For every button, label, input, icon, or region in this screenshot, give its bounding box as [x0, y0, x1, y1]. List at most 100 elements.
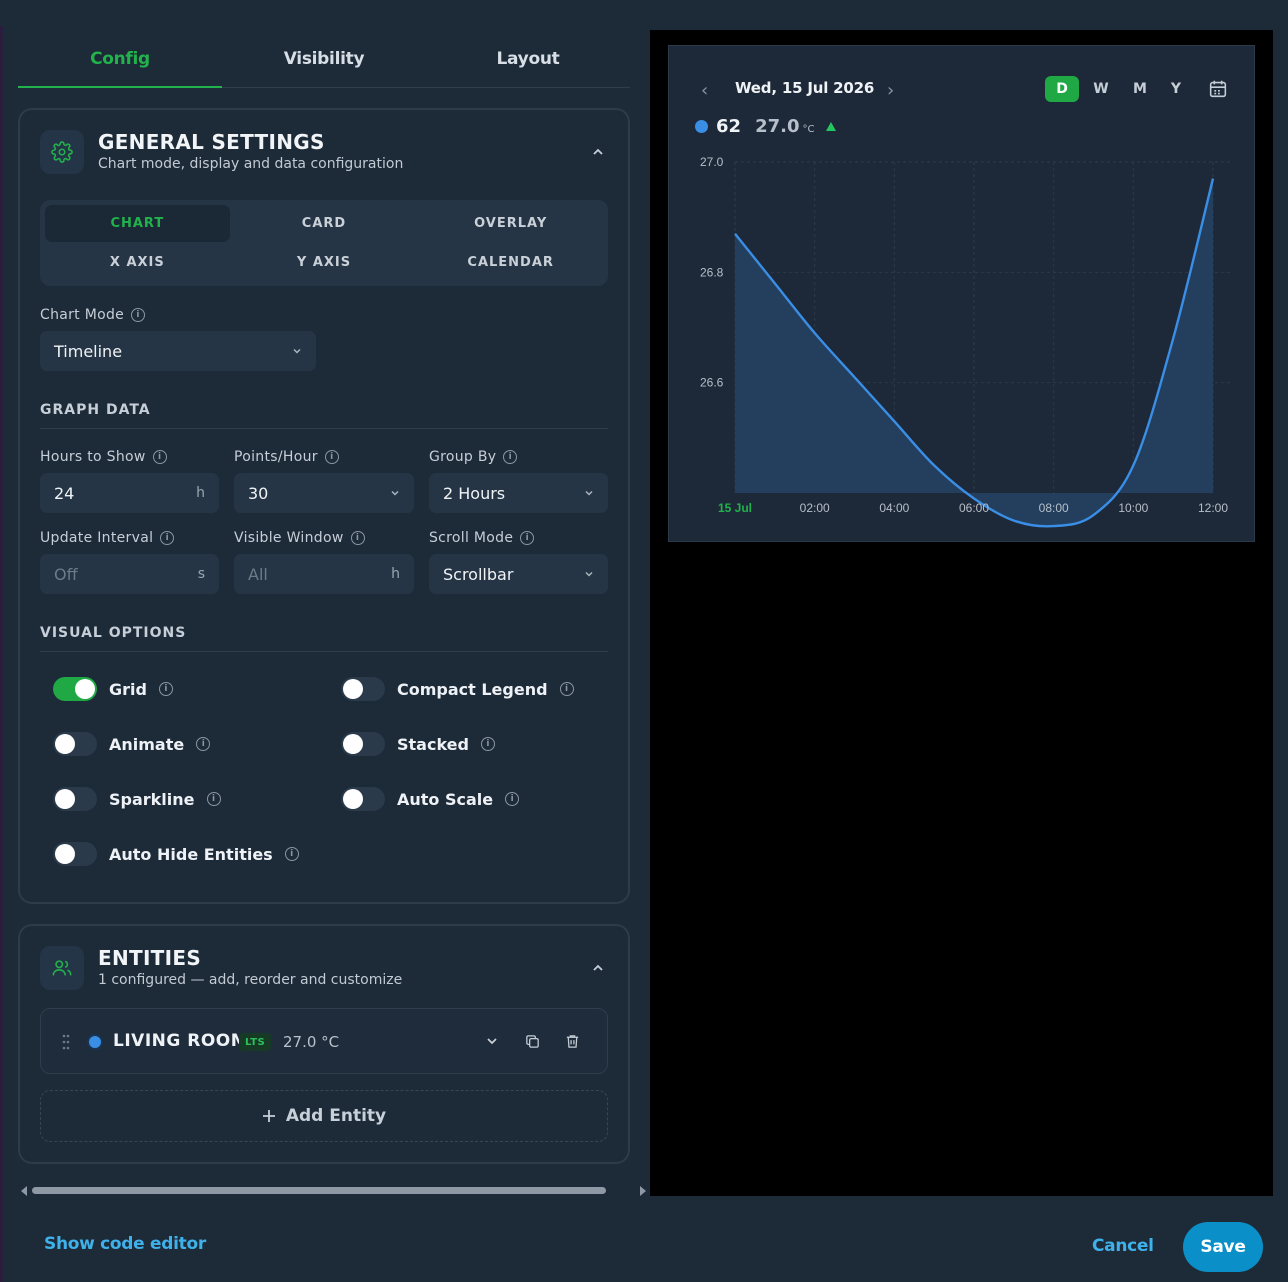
- info-icon[interactable]: i: [284, 847, 299, 861]
- x-tick-label: 10:00: [1118, 501, 1148, 515]
- tab-config[interactable]: Config: [18, 30, 222, 88]
- points-per-hour-select[interactable]: 30: [234, 473, 414, 513]
- general-settings-subtitle: Chart mode, display and data configurati…: [98, 156, 404, 172]
- drag-handle-icon[interactable]: [61, 1033, 71, 1051]
- hours-to-show-input[interactable]: 24 h: [40, 473, 219, 513]
- scroll-mode-label-text: Scroll Mode: [429, 530, 514, 546]
- divider: [40, 428, 608, 429]
- auto-scale-toggle[interactable]: [341, 787, 385, 811]
- auto-hide-entities-toggle[interactable]: [53, 842, 97, 866]
- stacked-toggle[interactable]: [341, 732, 385, 756]
- info-icon[interactable]: i: [158, 682, 173, 696]
- group-by-value: 2 Hours: [443, 483, 506, 503]
- info-icon[interactable]: i: [480, 737, 495, 751]
- segment-x-axis[interactable]: X AXIS: [45, 244, 230, 281]
- copy-icon[interactable]: [521, 1030, 543, 1052]
- divider: [40, 651, 608, 652]
- update-interval-input[interactable]: Off s: [40, 554, 219, 594]
- info-icon[interactable]: i: [350, 531, 365, 545]
- info-icon[interactable]: i: [152, 450, 167, 464]
- info-icon[interactable]: i: [520, 531, 535, 545]
- scroll-right-icon[interactable]: [640, 1186, 646, 1196]
- chart-mode-select[interactable]: Timeline: [40, 331, 316, 371]
- entity-name: LIVING ROOM: [113, 1031, 249, 1051]
- general-settings-header[interactable]: GENERAL SETTINGS Chart mode, display and…: [40, 130, 610, 178]
- visible-window-unit: h: [391, 566, 400, 582]
- entity-row[interactable]: LIVING ROOM LTS 27.0 °C: [40, 1008, 608, 1074]
- visible-window-label-text: Visible Window: [234, 530, 344, 546]
- chevron-down-icon: [391, 490, 399, 496]
- x-tick-label: 02:00: [800, 501, 830, 515]
- info-icon[interactable]: i: [324, 450, 339, 464]
- visible-window-label: Visible Window i: [234, 530, 365, 546]
- add-entity-button[interactable]: Add Entity: [40, 1090, 608, 1142]
- option-label: Grid: [109, 679, 147, 699]
- hours-to-show-value: 24: [54, 483, 75, 503]
- chart-mode-value: Timeline: [54, 341, 123, 361]
- compact-legend-toggle[interactable]: [341, 677, 385, 701]
- info-icon[interactable]: i: [505, 792, 520, 806]
- save-button[interactable]: Save: [1183, 1222, 1263, 1272]
- chevron-down-icon[interactable]: [481, 1030, 503, 1052]
- points-per-hour-value: 30: [248, 483, 269, 503]
- card-editor-dialog: Config Visibility Layout GENERAL SETTING…: [0, 0, 1288, 1282]
- option-label: Sparkline: [109, 789, 195, 809]
- info-icon[interactable]: i: [160, 531, 175, 545]
- general-settings-section: GENERAL SETTINGS Chart mode, display and…: [18, 108, 630, 904]
- info-icon[interactable]: i: [131, 308, 146, 322]
- hours-unit: h: [196, 485, 205, 501]
- chart-mode-label-text: Chart Mode: [40, 307, 125, 323]
- editor-tabs: Config Visibility Layout: [18, 30, 630, 88]
- update-interval-placeholder: Off: [54, 564, 78, 584]
- group-by-select[interactable]: 2 Hours: [429, 473, 608, 513]
- scroll-left-icon[interactable]: [21, 1186, 27, 1196]
- plus-icon: [262, 1110, 275, 1122]
- sparkline-toggle[interactable]: [53, 787, 97, 811]
- update-interval-label: Update Interval i: [40, 530, 175, 546]
- x-tick-label: 08:00: [1039, 501, 1069, 515]
- info-icon[interactable]: i: [503, 450, 518, 464]
- animate-toggle[interactable]: [53, 732, 97, 756]
- lts-badge: LTS: [239, 1033, 272, 1051]
- hours-to-show-label: Hours to Show i: [40, 449, 167, 465]
- segment-overlay[interactable]: OVERLAY: [418, 205, 603, 242]
- scroll-mode-select[interactable]: Scrollbar: [429, 554, 608, 594]
- general-settings-title: GENERAL SETTINGS: [98, 130, 325, 154]
- option-auto-hide-entities: Auto Hide Entities i: [53, 841, 299, 867]
- grid-toggle[interactable]: [53, 677, 97, 701]
- tab-layout[interactable]: Layout: [426, 30, 630, 87]
- chevron-up-icon[interactable]: [586, 956, 610, 980]
- entities-title: ENTITIES: [98, 946, 202, 970]
- option-grid: Grid i: [53, 676, 173, 702]
- info-icon[interactable]: i: [206, 792, 221, 806]
- option-label: Auto Hide Entities: [109, 844, 273, 864]
- points-per-hour-label: Points/Hour i: [234, 449, 339, 465]
- chart-card-preview: ‹ Wed, 15 Jul 2026 › D W M Y 62 27.0 °C …: [668, 45, 1255, 542]
- update-interval-unit: s: [197, 566, 205, 582]
- segment-card[interactable]: CARD: [232, 205, 417, 242]
- tab-visibility[interactable]: Visibility: [222, 30, 426, 87]
- graph-data-heading: GRAPH DATA: [40, 402, 151, 418]
- add-entity-label: Add Entity: [285, 1106, 387, 1126]
- cancel-button[interactable]: Cancel: [1092, 1236, 1154, 1256]
- x-tick-label: 12:00: [1198, 501, 1228, 515]
- option-stacked: Stacked i: [341, 731, 495, 757]
- horizontal-scrollbar[interactable]: [18, 1184, 650, 1198]
- visible-window-input[interactable]: All h: [234, 554, 414, 594]
- trash-icon[interactable]: [561, 1030, 583, 1052]
- entity-color-dot[interactable]: [87, 1034, 103, 1050]
- users-icon: [40, 946, 84, 990]
- chevron-down-icon: [293, 348, 301, 354]
- scroll-mode-label: Scroll Mode i: [429, 530, 535, 546]
- y-tick-label: 26.6: [700, 376, 724, 390]
- scrollbar-thumb[interactable]: [32, 1187, 606, 1194]
- segment-calendar[interactable]: CALENDAR: [418, 244, 603, 281]
- segment-chart[interactable]: CHART: [45, 205, 230, 242]
- entity-value: 27.0 °C: [283, 1033, 340, 1051]
- chevron-up-icon[interactable]: [586, 140, 610, 164]
- show-code-editor-link[interactable]: Show code editor: [44, 1234, 206, 1254]
- segment-y-axis[interactable]: Y AXIS: [232, 244, 417, 281]
- info-icon[interactable]: i: [559, 682, 574, 696]
- info-icon[interactable]: i: [196, 737, 211, 751]
- entities-header[interactable]: ENTITIES 1 configured — add, reorder and…: [40, 946, 610, 994]
